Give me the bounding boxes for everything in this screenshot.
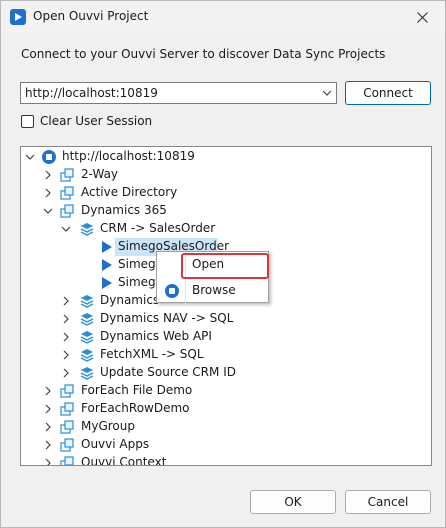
intro-text: Connect to your Ouvvi Server to discover… [21, 47, 386, 61]
menu-item-browse[interactable]: Browse [157, 279, 268, 303]
chevron-right-icon[interactable] [61, 314, 71, 324]
chevron-right-icon[interactable] [43, 422, 53, 432]
tree-item-ouvvi-apps[interactable]: Ouvvi Apps [21, 436, 431, 454]
window-title: Open Ouvvi Project [33, 9, 149, 23]
chevron-down-icon[interactable] [61, 224, 71, 234]
tree-item-mygroup[interactable]: MyGroup [21, 418, 431, 436]
group-folder-icon [60, 168, 74, 182]
project-play-icon [102, 241, 112, 253]
group-folder-icon [60, 420, 74, 434]
tree-item-dynamics-365[interactable]: Dynamics 365 [21, 202, 431, 220]
chevron-right-icon[interactable] [61, 296, 71, 306]
tree-root[interactable]: http://localhost:10819 [21, 148, 431, 166]
chevron-right-icon[interactable] [61, 350, 71, 360]
group-folder-icon [60, 204, 74, 218]
layers-icon [80, 349, 94, 362]
chevron-right-icon[interactable] [61, 332, 71, 342]
group-folder-icon [60, 186, 74, 200]
tree-item-ouvvi-context[interactable]: Ouvvi Context [21, 454, 431, 466]
clear-session-label: Clear User Session [40, 114, 153, 128]
tree-item-fetchxml-sql[interactable]: FetchXML -> SQL [21, 346, 431, 364]
layers-icon [80, 223, 94, 236]
layers-icon [80, 295, 94, 308]
tree-item-foreach-file-demo[interactable]: ForEach File Demo [21, 382, 431, 400]
menu-item-open-label: Open [192, 257, 225, 271]
project-tree[interactable]: http://localhost:10819 2-Way Active Dire… [20, 146, 432, 466]
chevron-right-icon[interactable] [61, 368, 71, 378]
chevron-right-icon[interactable] [43, 440, 53, 450]
tree-root-label: http://localhost:10819 [62, 149, 195, 163]
clear-session-checkbox[interactable] [21, 115, 34, 128]
close-button[interactable] [399, 1, 445, 33]
chevron-right-icon[interactable] [43, 458, 53, 466]
project-play-icon [102, 259, 112, 271]
title-bar: Open Ouvvi Project [1, 1, 445, 33]
cancel-button[interactable]: Cancel [345, 490, 431, 514]
menu-item-open[interactable]: Open [157, 252, 269, 279]
group-folder-icon [60, 402, 74, 416]
chevron-right-icon[interactable] [43, 188, 53, 198]
layers-icon [80, 313, 94, 326]
chevron-down-icon[interactable] [43, 206, 53, 216]
server-url-combobox[interactable]: http://localhost:10819 [20, 82, 337, 104]
project-play-icon [102, 277, 112, 289]
chevron-right-icon[interactable] [43, 170, 53, 180]
tree-item-dynamics-web-api[interactable]: Dynamics Web API [21, 328, 431, 346]
group-folder-icon [60, 438, 74, 452]
group-folder-icon [60, 384, 74, 398]
chevron-right-icon[interactable] [43, 404, 53, 414]
group-folder-icon [60, 456, 74, 465]
tree-item-2-way[interactable]: 2-Way [21, 166, 431, 184]
tree-item-active-directory[interactable]: Active Directory [21, 184, 431, 202]
close-icon [416, 11, 428, 23]
ouvvi-browse-icon [165, 284, 179, 298]
server-icon [42, 150, 56, 164]
chevron-right-icon[interactable] [43, 386, 53, 396]
server-url-value: http://localhost:10819 [25, 86, 158, 100]
menu-item-browse-label: Browse [192, 283, 236, 297]
tree-item-update-source-crm-id[interactable]: Update Source CRM ID [21, 364, 431, 382]
layers-icon [80, 331, 94, 344]
ouvvi-app-icon [10, 9, 26, 25]
ok-button[interactable]: OK [250, 490, 336, 514]
layers-icon [80, 367, 94, 380]
chevron-down-icon[interactable] [25, 152, 35, 162]
open-project-dialog: Open Ouvvi Project Connect to your Ouvvi… [0, 0, 446, 528]
chevron-down-icon[interactable] [322, 86, 332, 100]
connect-button[interactable]: Connect [345, 81, 431, 105]
tree-item-dynamics-nav-sql[interactable]: Dynamics NAV -> SQL [21, 310, 431, 328]
tree-item-crm-salesorder[interactable]: CRM -> SalesOrder [21, 220, 431, 238]
tree-item-foreachrowdemo[interactable]: ForEachRowDemo [21, 400, 431, 418]
context-menu: Open Browse [156, 251, 269, 304]
